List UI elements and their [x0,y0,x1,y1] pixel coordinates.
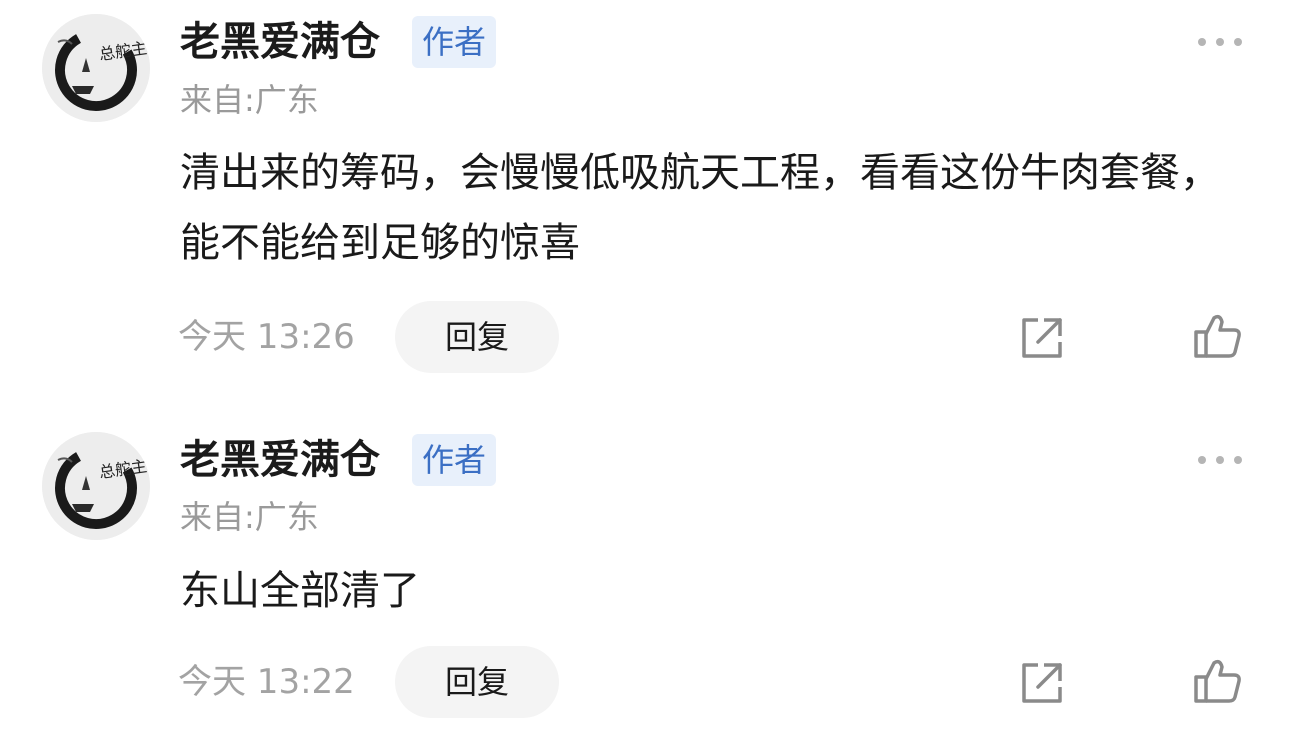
username[interactable]: 老黑爱满仓 [180,434,380,486]
more-dots-icon[interactable] [1196,34,1244,50]
thumbs-up-icon[interactable] [1192,310,1244,362]
avatar[interactable]: 总舵主 [42,14,150,122]
comment-content: 清出来的筹码，会慢慢低吸航天工程，看看这份牛肉套餐，能不能给到足够的惊喜 [180,150,1220,266]
timestamp: 今天 13:26 [178,317,355,357]
location-text: 来自:广东 [180,498,319,536]
reply-button[interactable]: 回复 [395,646,559,718]
location-text: 来自:广东 [180,81,319,119]
avatar[interactable]: 总舵主 [42,432,150,540]
author-badge: 作者 [412,434,497,486]
username[interactable]: 老黑爱满仓 [180,16,380,68]
share-icon[interactable] [1016,312,1068,364]
author-badge: 作者 [412,16,497,68]
share-icon[interactable] [1016,657,1068,709]
comment-content: 东山全部清了 [180,568,420,614]
reply-button[interactable]: 回复 [395,301,559,373]
thumbs-up-icon[interactable] [1192,655,1244,707]
timestamp: 今天 13:22 [178,662,355,702]
more-dots-icon[interactable] [1196,452,1244,468]
